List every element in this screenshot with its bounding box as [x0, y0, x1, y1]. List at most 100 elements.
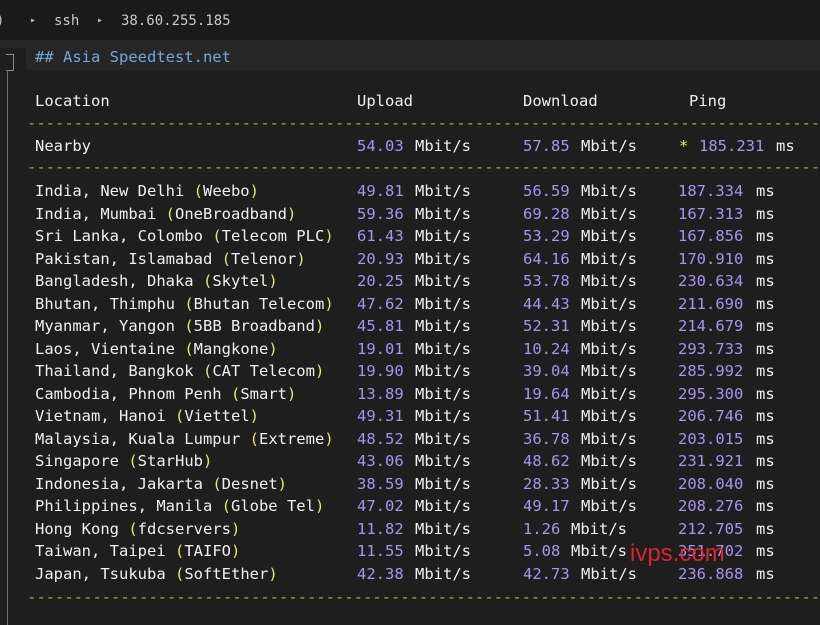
row-isp: Extreme: [258, 429, 325, 448]
column-header-location: Location: [35, 92, 110, 110]
row-upload-unit: Mbit/s: [415, 429, 471, 448]
row-isp: Telecom PLC: [221, 227, 325, 245]
row-upload-unit: Mbit/s: [415, 204, 471, 223]
row-upload: 49.31: [357, 407, 404, 425]
row-isp: StarHub: [137, 452, 203, 470]
row-ping-unit: ms: [756, 407, 775, 425]
row-upload: 19.01: [357, 339, 404, 358]
row-location: India, New Delhi (Weebo): [35, 180, 259, 202]
row-isp: Viettel: [184, 407, 250, 425]
row-upload: 20.25: [357, 272, 404, 290]
row-ping: 230.634: [678, 272, 744, 290]
row-download: 5.08: [523, 542, 561, 560]
row-download-unit: Mbit/s: [581, 384, 637, 403]
row-ping: 231.921: [678, 452, 744, 470]
row-upload: 47.02: [357, 497, 404, 515]
paren-close: ): [324, 429, 334, 448]
row-city: Thailand, Bangkok: [35, 362, 194, 380]
paren-open: (: [156, 204, 175, 223]
paren-open: (: [202, 474, 222, 493]
row-ping-unit: ms: [756, 294, 775, 313]
paren-open: (: [165, 542, 185, 560]
row-upload-unit: Mbit/s: [415, 182, 471, 200]
row-city: Cambodia, Phnom Penh: [35, 384, 222, 403]
paren-close: ): [314, 362, 325, 380]
row-download-unit: Mbit/s: [581, 497, 637, 515]
row-isp: OneBroadband: [175, 204, 287, 223]
paren-close: ): [324, 294, 334, 313]
row-location: Japan, Tsukuba (SoftEther): [35, 563, 278, 585]
row-upload: 43.06: [357, 452, 404, 470]
paren-close: ): [249, 182, 259, 200]
paren-close: ): [268, 564, 278, 583]
row-download-unit: Mbit/s: [571, 519, 627, 538]
row-ping: 203.015: [678, 429, 744, 448]
row-city: Bangladesh, Dhaka: [35, 272, 194, 290]
row-ping-unit: ms: [756, 474, 775, 493]
paren-close: ): [314, 497, 325, 515]
row-ping-unit: ms: [756, 452, 775, 470]
row-ping: 285.992: [678, 362, 744, 380]
row-location: Bangladesh, Dhaka (Skytel): [35, 270, 278, 292]
row-city: Vietnam, Hanoi: [35, 407, 166, 425]
watermark-logo: ivps.com: [630, 540, 725, 567]
row-download-unit: Mbit/s: [581, 204, 637, 223]
row-download: 53.78: [523, 272, 570, 290]
row-upload-unit: Mbit/s: [415, 362, 471, 380]
paren-close: ): [231, 519, 241, 538]
row-isp: CAT Telecom: [212, 362, 315, 380]
row-city: India, New Delhi: [35, 182, 185, 200]
row-download: 48.62: [523, 452, 570, 470]
row-ping-unit: ms: [756, 204, 775, 223]
row-download: 49.17: [523, 497, 570, 515]
paren-open: (: [193, 362, 213, 380]
paren-open: (: [165, 564, 185, 583]
fold-gutter: [0, 48, 26, 625]
row-isp: Telenor: [230, 249, 297, 268]
row-city: Malaysia, Kuala Lumpur: [35, 429, 241, 448]
row-download-unit: Mbit/s: [581, 272, 637, 290]
row-ping-unit: ms: [756, 429, 775, 448]
breadcrumb-ssh[interactable]: ssh: [54, 13, 79, 29]
row-location: Thailand, Bangkok (CAT Telecom): [35, 360, 324, 382]
section-heading: ## Asia Speedtest.net: [35, 48, 231, 66]
paren-close: ): [203, 452, 213, 470]
row-location: Vietnam, Hanoi (Viettel): [35, 405, 259, 427]
row-location: Laos, Vientaine (Mangkone): [35, 338, 278, 360]
row-upload-unit: Mbit/s: [415, 227, 471, 245]
paren-open: (: [174, 317, 194, 335]
row-upload: 48.52: [357, 429, 404, 448]
row-city: India, Mumbai: [35, 204, 157, 223]
row-city: Laos, Vientaine: [35, 339, 175, 358]
breadcrumb-address[interactable]: 38.60.255.185: [121, 13, 231, 29]
row-isp: Globe Tel: [230, 497, 315, 515]
row-city: Myanmar, Yangon: [35, 317, 175, 335]
row-location: Malaysia, Kuala Lumpur (Extreme): [35, 428, 334, 450]
row-upload: 45.81: [357, 317, 404, 335]
row-download-unit: Mbit/s: [581, 227, 637, 245]
row-upload-unit: Mbit/s: [415, 249, 471, 268]
row-upload: 20.93: [357, 249, 404, 268]
fold-marker-icon[interactable]: [6, 54, 14, 71]
row-ping-unit: ms: [756, 384, 775, 403]
row-location: Indonesia, Jakarta (Desnet): [35, 473, 287, 495]
tab-edge-icon: ): [0, 13, 4, 29]
row-location: Hong Kong (fdcservers): [35, 518, 240, 540]
row-download: 36.78: [523, 429, 570, 448]
row-download: 69.28: [523, 204, 570, 223]
row-upload: 42.38: [357, 564, 404, 583]
row-ping: 212.705: [678, 519, 744, 538]
row-download: 42.73: [523, 564, 570, 583]
row-upload: 59.36: [357, 204, 404, 223]
row-upload-unit: Mbit/s: [415, 317, 471, 335]
row-ping-unit: ms: [756, 182, 775, 200]
paren-open: (: [174, 294, 194, 313]
row-location: Pakistan, Islamabad (Telenor): [35, 248, 306, 270]
row-upload: 49.81: [357, 182, 404, 200]
row-ping-unit: ms: [756, 497, 775, 515]
row-upload-unit: Mbit/s: [415, 474, 471, 493]
row-isp: Desnet: [221, 474, 278, 493]
row-download: 28.33: [523, 474, 570, 493]
nearby-upload-unit: Mbit/s: [415, 137, 471, 155]
row-location: Sri Lanka, Colombo (Telecom PLC): [35, 225, 334, 247]
